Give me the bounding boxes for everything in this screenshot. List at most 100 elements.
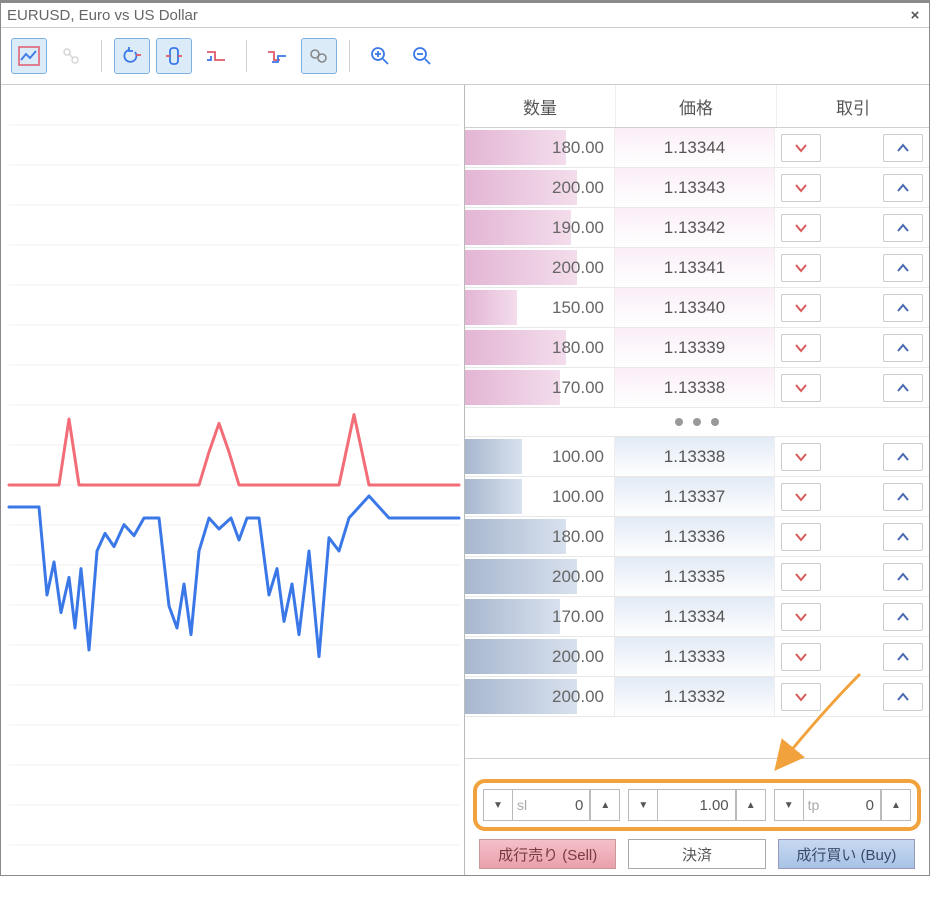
- dom-row: 180.001.13336: [465, 517, 929, 557]
- buy-at-price-button[interactable]: [883, 483, 923, 511]
- vol-decrement[interactable]: ▼: [629, 790, 658, 820]
- titlebar: EURUSD, Euro vs US Dollar ×: [1, 3, 929, 28]
- tp-stepper[interactable]: ▼ tp0 ▲: [774, 789, 911, 821]
- sell-at-price-button[interactable]: [781, 374, 821, 402]
- sell-at-price-button[interactable]: [781, 443, 821, 471]
- dom-header: 数量 価格 取引: [465, 85, 929, 128]
- stepper-row: ▼ sl0 ▲ ▼ 1.00 ▲ ▼ tp0 ▲: [473, 779, 921, 831]
- action-row: 成行売り (Sell) 決済 成行買い (Buy): [473, 831, 921, 869]
- sell-at-price-button[interactable]: [781, 563, 821, 591]
- dom-row: 170.001.13338: [465, 368, 929, 408]
- buy-at-price-button[interactable]: [883, 603, 923, 631]
- buy-at-price-button[interactable]: [883, 294, 923, 322]
- sell-at-price-button[interactable]: [781, 483, 821, 511]
- buy-at-price-button[interactable]: [883, 443, 923, 471]
- price-cell: 1.13334: [615, 597, 775, 636]
- sell-at-price-button[interactable]: [781, 334, 821, 362]
- buy-at-price-button[interactable]: [883, 254, 923, 282]
- dom-row: 180.001.13344: [465, 128, 929, 168]
- buy-at-price-button[interactable]: [883, 334, 923, 362]
- trade-cell: [775, 248, 929, 287]
- sl-stepper[interactable]: ▼ sl0 ▲: [483, 789, 620, 821]
- close-button[interactable]: 決済: [628, 839, 765, 869]
- price-cell: 1.13344: [615, 128, 775, 167]
- price-cell: 1.13333: [615, 637, 775, 676]
- trading-window: EURUSD, Euro vs US Dollar ×: [0, 0, 930, 876]
- sell-at-price-button[interactable]: [781, 254, 821, 282]
- price-cell: 1.13336: [615, 517, 775, 556]
- buy-at-price-button[interactable]: [883, 374, 923, 402]
- qty-cell: 200.00: [465, 168, 615, 207]
- more-rows-indicator: [465, 408, 929, 437]
- buy-at-price-button[interactable]: [883, 174, 923, 202]
- trade-cell: [775, 208, 929, 247]
- scroll-button[interactable]: [156, 38, 192, 74]
- volume-stepper[interactable]: ▼ 1.00 ▲: [628, 789, 765, 821]
- vol-increment[interactable]: ▲: [736, 790, 765, 820]
- qty-cell: 180.00: [465, 128, 615, 167]
- qty-cell: 200.00: [465, 248, 615, 287]
- sell-at-price-button[interactable]: [781, 174, 821, 202]
- buy-at-price-button[interactable]: [883, 214, 923, 242]
- tp-decrement[interactable]: ▼: [775, 790, 804, 820]
- trade-cell: [775, 637, 929, 676]
- rewind-button[interactable]: [114, 38, 150, 74]
- chart-pane[interactable]: [1, 85, 465, 875]
- buy-at-price-button[interactable]: [883, 523, 923, 551]
- price-step-button[interactable]: [198, 38, 234, 74]
- buy-at-price-button[interactable]: [883, 643, 923, 671]
- sell-button[interactable]: 成行売り (Sell): [479, 839, 616, 869]
- trade-cell: [775, 128, 929, 167]
- sl-value: 0: [527, 797, 589, 814]
- sell-at-price-button[interactable]: [781, 683, 821, 711]
- qty-cell: 180.00: [465, 517, 615, 556]
- link-button[interactable]: [53, 38, 89, 74]
- sl-increment[interactable]: ▲: [590, 790, 619, 820]
- price-step-2-button[interactable]: [259, 38, 295, 74]
- buy-button[interactable]: 成行買い (Buy): [778, 839, 915, 869]
- sl-decrement[interactable]: ▼: [484, 790, 513, 820]
- buy-at-price-button[interactable]: [883, 683, 923, 711]
- price-cell: 1.13340: [615, 288, 775, 327]
- trade-cell: [775, 168, 929, 207]
- buy-at-price-button[interactable]: [883, 563, 923, 591]
- header-price: 価格: [616, 85, 777, 127]
- dom-row: 190.001.13342: [465, 208, 929, 248]
- dom-row: 200.001.13343: [465, 168, 929, 208]
- price-chart: [1, 85, 464, 875]
- trade-cell: [775, 328, 929, 367]
- sell-at-price-button[interactable]: [781, 134, 821, 162]
- dom-rows: 180.001.13344200.001.13343190.001.133422…: [465, 128, 929, 758]
- trade-cell: [775, 597, 929, 636]
- qty-cell: 200.00: [465, 637, 615, 676]
- qty-cell: 200.00: [465, 677, 615, 716]
- dom-row: 170.001.13334: [465, 597, 929, 637]
- qty-cell: 100.00: [465, 437, 615, 476]
- price-cell: 1.13332: [615, 677, 775, 716]
- price-cell: 1.13341: [615, 248, 775, 287]
- trade-cell: [775, 557, 929, 596]
- circles-button[interactable]: [301, 38, 337, 74]
- buy-at-price-button[interactable]: [883, 134, 923, 162]
- sell-at-price-button[interactable]: [781, 294, 821, 322]
- tp-increment[interactable]: ▲: [881, 790, 910, 820]
- zoom-in-button[interactable]: [362, 38, 398, 74]
- sell-at-price-button[interactable]: [781, 214, 821, 242]
- close-icon[interactable]: ×: [907, 7, 923, 23]
- chart-type-button[interactable]: [11, 38, 47, 74]
- trade-cell: [775, 517, 929, 556]
- qty-cell: 150.00: [465, 288, 615, 327]
- dom-row: 150.001.13340: [465, 288, 929, 328]
- qty-cell: 170.00: [465, 597, 615, 636]
- order-footer: ▼ sl0 ▲ ▼ 1.00 ▲ ▼ tp0 ▲: [465, 758, 929, 875]
- qty-cell: 100.00: [465, 477, 615, 516]
- price-cell: 1.13339: [615, 328, 775, 367]
- sell-at-price-button[interactable]: [781, 603, 821, 631]
- trade-cell: [775, 288, 929, 327]
- zoom-out-button[interactable]: [404, 38, 440, 74]
- sell-at-price-button[interactable]: [781, 643, 821, 671]
- header-trade: 取引: [777, 85, 929, 127]
- price-cell: 1.13338: [615, 368, 775, 407]
- tp-placeholder: tp: [804, 797, 820, 813]
- sell-at-price-button[interactable]: [781, 523, 821, 551]
